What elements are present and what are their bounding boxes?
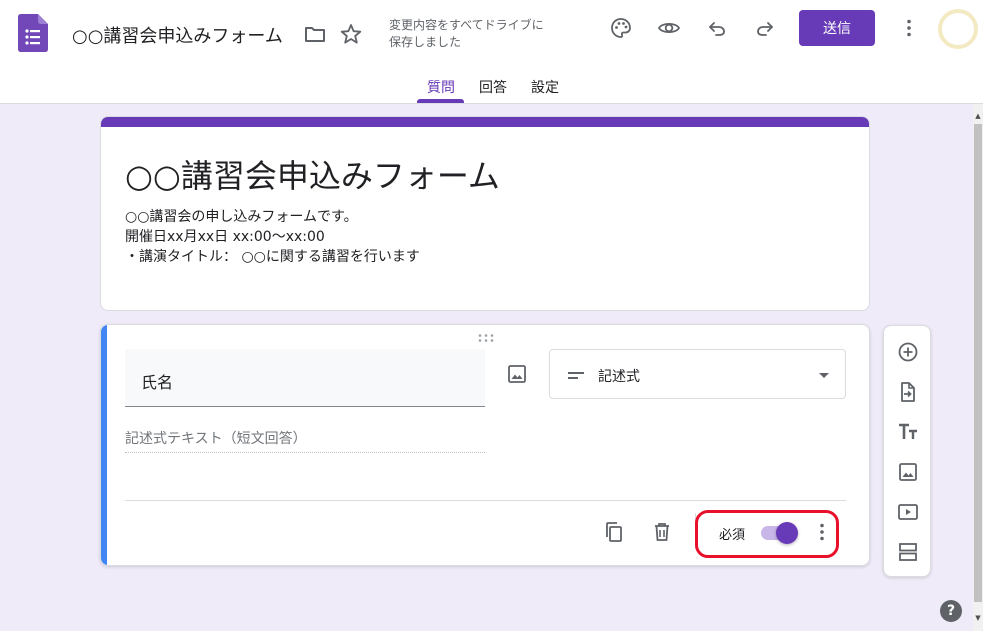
- scrollbar-thumb[interactable]: [974, 124, 982, 602]
- tab-responses[interactable]: 回答: [479, 77, 507, 97]
- description-line: ○○講習会の申し込みフォームです。: [125, 209, 358, 225]
- folder-icon[interactable]: [303, 22, 327, 46]
- trash-icon[interactable]: [650, 520, 674, 544]
- account-avatar[interactable]: [938, 9, 978, 49]
- star-icon[interactable]: [339, 22, 363, 46]
- redo-icon[interactable]: [753, 16, 777, 40]
- scroll-up-arrow[interactable]: ▲: [974, 112, 982, 120]
- question-footer-divider: [125, 500, 846, 501]
- add-question-icon[interactable]: [896, 340, 920, 364]
- app-header: ○○講習会申込みフォーム 変更内容をすべてドライブに 保存しました 送信 質問 …: [0, 0, 983, 104]
- forms-logo-icon[interactable]: [18, 14, 48, 52]
- palette-icon[interactable]: [609, 16, 633, 40]
- question-title-input[interactable]: 氏名: [125, 349, 485, 407]
- duplicate-icon[interactable]: [602, 520, 626, 544]
- description-line: ・講演タイトル： ○○に関する講習を行います: [125, 249, 420, 265]
- description-line: 開催日xx月xx日 xx:00〜xx:00: [125, 229, 325, 245]
- short-answer-icon: [568, 372, 584, 379]
- tab-settings[interactable]: 設定: [531, 77, 559, 97]
- send-button[interactable]: 送信: [799, 10, 875, 46]
- answer-placeholder: 記述式テキスト（短文回答）: [125, 428, 485, 453]
- document-title[interactable]: ○○講習会申込みフォーム: [72, 22, 283, 48]
- scroll-down-arrow[interactable]: ▼: [974, 614, 982, 622]
- more-vert-icon[interactable]: [897, 16, 921, 40]
- form-description[interactable]: ○○講習会の申し込みフォームです。 開催日xx月xx日 xx:00〜xx:00 …: [125, 207, 420, 267]
- active-question-indicator: [101, 325, 107, 565]
- tab-questions[interactable]: 質問: [427, 77, 455, 97]
- side-toolbar: [883, 325, 931, 577]
- save-status-line1: 変更内容をすべてドライブに: [389, 18, 544, 32]
- form-title-card[interactable]: ○○講習会申込みフォーム ○○講習会の申し込みフォームです。 開催日xx月xx日…: [100, 116, 870, 311]
- undo-icon[interactable]: [705, 16, 729, 40]
- form-title[interactable]: ○○講習会申込みフォーム: [125, 151, 500, 197]
- image-icon[interactable]: [505, 362, 529, 386]
- add-video-icon[interactable]: [896, 500, 920, 524]
- add-image-icon[interactable]: [896, 460, 920, 484]
- question-type-label: 記述式: [598, 369, 640, 385]
- drag-handle-icon[interactable]: [477, 333, 495, 343]
- save-status: 変更内容をすべてドライブに 保存しました: [389, 17, 564, 51]
- eye-icon[interactable]: [657, 16, 681, 40]
- active-tab-indicator: [417, 99, 464, 103]
- required-highlight-annotation: [695, 510, 839, 558]
- save-status-line2: 保存しました: [389, 35, 462, 49]
- question-type-dropdown[interactable]: 記述式: [549, 349, 846, 399]
- help-icon[interactable]: ?: [940, 600, 962, 622]
- add-title-icon[interactable]: [896, 420, 920, 444]
- title-card-accent: [101, 117, 869, 127]
- question-title-text: 氏名: [141, 373, 174, 392]
- caret-down-icon: [819, 373, 829, 378]
- import-questions-icon[interactable]: [896, 380, 920, 404]
- add-section-icon[interactable]: [896, 540, 920, 564]
